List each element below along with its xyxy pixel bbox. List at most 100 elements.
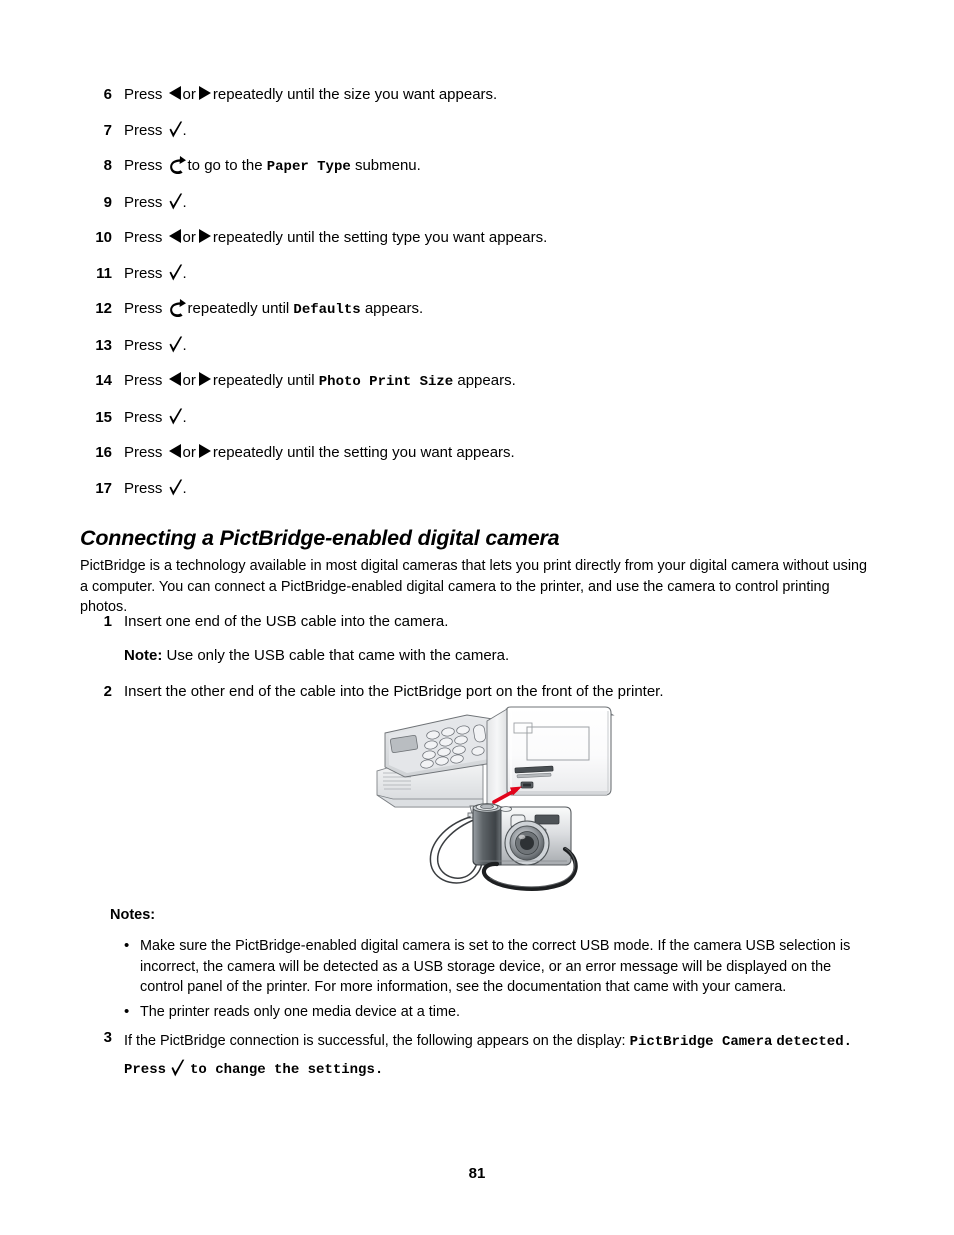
left-arrow-icon xyxy=(168,444,182,458)
step-tail: appears. xyxy=(457,372,516,389)
step-number: 16 xyxy=(95,444,112,461)
press-label: Press xyxy=(124,479,163,497)
step-tail: . xyxy=(182,193,187,211)
step-text: Press or repeatedly until Photo Print Siz… xyxy=(112,371,516,392)
printer-front-panel xyxy=(486,706,615,808)
step-text: Press . xyxy=(112,193,187,213)
display-message-line-1: PictBridge Camera xyxy=(629,1034,773,1050)
step-1-label: Insert one end of the USB cable into the… xyxy=(124,613,449,630)
step-item: 11 Press . xyxy=(80,264,880,284)
step-number: 9 xyxy=(103,193,112,211)
page-title: Connecting a PictBridge-enabled digital … xyxy=(80,525,560,550)
note-bullet-text: The printer reads only one media device … xyxy=(140,1003,460,1020)
note-bullet-text: Make sure the PictBridge-enabled digital… xyxy=(140,938,851,995)
checkmark-icon xyxy=(171,1059,185,1077)
bullet-icon: • xyxy=(124,937,130,954)
step-text: Insert the other end of the cable into t… xyxy=(124,683,664,700)
step-tail: repeatedly until the setting you want ap… xyxy=(212,444,515,461)
step-item: 12 Press repeatedly until Defaults appea… xyxy=(80,299,880,320)
right-arrow-icon xyxy=(198,229,211,243)
step-text: Press . xyxy=(112,479,187,499)
step-mid: to go to the xyxy=(187,157,263,174)
step-text: Press . xyxy=(112,121,187,141)
step-tail: repeatedly until the setting type you wa… xyxy=(212,229,548,246)
press-label: Press xyxy=(124,336,163,354)
step-mid: repeatedly until xyxy=(187,300,290,317)
step-item: 6 Press or repeatedly until the size you … xyxy=(80,85,880,105)
step-number: 11 xyxy=(96,264,112,282)
step-item: 9 Press . xyxy=(80,193,880,213)
step-item: 2 Insert the other end of the cable into… xyxy=(80,682,880,702)
press-label: Press xyxy=(124,229,163,246)
right-arrow-icon xyxy=(198,86,211,100)
left-arrow-icon xyxy=(168,372,182,386)
step-mid: repeatedly until xyxy=(212,372,315,389)
step-tail: . xyxy=(182,408,187,426)
notes-title: Notes: xyxy=(110,907,156,923)
step-text: Press or repeatedly until the setting typ… xyxy=(112,228,547,248)
printer-body xyxy=(376,714,494,808)
document-page: 6 Press or repeatedly until the size you … xyxy=(0,0,954,1235)
checkmark-icon xyxy=(169,264,183,281)
step-item: 8 Press to go to the Paper Type submenu. xyxy=(80,156,880,177)
step-text: Press to go to the Paper Type submenu. xyxy=(112,156,421,177)
or-label: or xyxy=(182,86,196,103)
steps-list-top: 6 Press or repeatedly until the size you … xyxy=(80,85,880,514)
step-item: 15 Press . xyxy=(80,408,880,428)
step-text: Press repeatedly until Defaults appears. xyxy=(112,299,423,320)
step-number: 15 xyxy=(95,408,112,426)
list-item: • The printer reads only one media devic… xyxy=(110,1002,880,1023)
digital-camera xyxy=(472,803,572,866)
back-arrow-icon xyxy=(169,299,186,317)
right-arrow-icon xyxy=(198,372,211,386)
or-label: or xyxy=(182,372,196,389)
page-number: 81 xyxy=(468,1165,486,1182)
step-number: 14 xyxy=(95,372,112,389)
list-item: • Make sure the PictBridge-enabled digit… xyxy=(110,936,880,998)
press-label: Press xyxy=(124,300,163,317)
step-number: 7 xyxy=(103,121,112,139)
menu-name-paper-type: Paper Type xyxy=(266,159,351,175)
checkmark-icon xyxy=(169,408,183,425)
display-message-line-2b: to change the settings. xyxy=(190,1062,384,1078)
checkmark-icon xyxy=(169,479,183,496)
step-number: 10 xyxy=(95,229,112,246)
checkmark-icon xyxy=(169,193,183,210)
step-tail: repeatedly until the size you want appea… xyxy=(212,86,498,103)
step-item: 7 Press . xyxy=(80,121,880,141)
step-item-3: 3 If the PictBridge connection is succes… xyxy=(80,1028,880,1084)
left-arrow-icon xyxy=(168,86,182,100)
press-label: Press xyxy=(124,86,163,103)
bullet-icon: • xyxy=(124,1002,130,1020)
menu-name-photo-print-size: Photo Print Size xyxy=(318,374,454,390)
press-label: Press xyxy=(124,264,163,282)
step-item: 1 Insert one end of the USB cable into t… xyxy=(80,612,880,666)
step-number: 8 xyxy=(103,157,112,174)
step-text: Press . xyxy=(112,336,187,356)
step-number: 3 xyxy=(103,1029,112,1046)
step-tail: . xyxy=(182,121,187,139)
step-text: Press or repeatedly until the setting you… xyxy=(112,443,515,463)
step-number: 13 xyxy=(95,336,112,354)
notes-block: Notes: • Make sure the PictBridge-enable… xyxy=(110,905,880,1026)
step-tail: submenu. xyxy=(354,157,421,174)
step-number: 1 xyxy=(103,613,112,630)
left-arrow-icon xyxy=(168,229,182,243)
step-item: 16 Press or repeatedly until the setting … xyxy=(80,443,880,463)
back-arrow-icon xyxy=(169,156,186,174)
or-label: or xyxy=(182,444,196,461)
menu-name-defaults: Defaults xyxy=(293,302,361,318)
step-item: 13 Press . xyxy=(80,336,880,356)
or-label: or xyxy=(182,229,196,246)
printer-camera-illustration xyxy=(375,703,625,898)
step-item: 17 Press . xyxy=(80,479,880,499)
press-label: Press xyxy=(124,157,163,174)
press-label: Press xyxy=(124,408,163,426)
press-label: Press xyxy=(124,193,163,211)
step-text: Insert one end of the USB cable into the… xyxy=(112,612,509,666)
pictbridge-port xyxy=(520,781,534,789)
step-item: 10 Press or repeatedly until the setting … xyxy=(80,228,880,248)
press-label: Press xyxy=(124,121,163,139)
step-number: 6 xyxy=(103,86,112,103)
intro-paragraph: PictBridge is a technology available in … xyxy=(80,558,868,616)
